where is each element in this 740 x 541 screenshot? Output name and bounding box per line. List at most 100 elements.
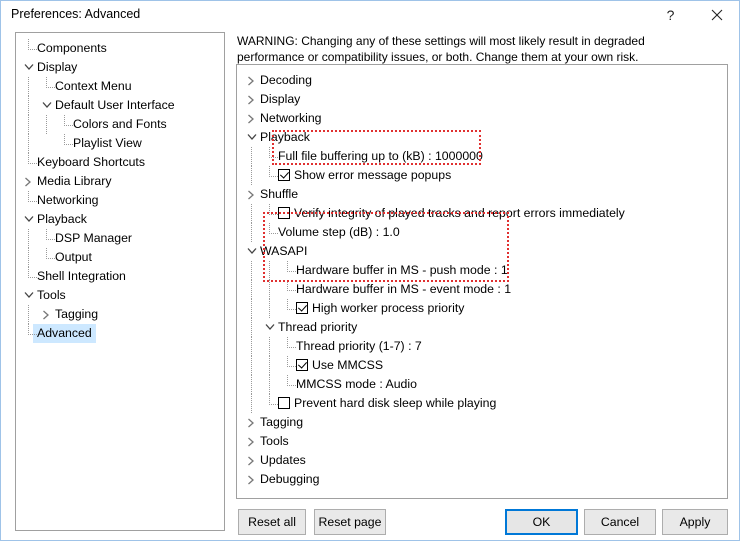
setting-tree-item-row[interactable]: Use MMCSS	[237, 356, 727, 375]
help-button[interactable]: ?	[648, 1, 693, 29]
chevron-right-icon[interactable]	[40, 305, 54, 324]
category-tree-item-row[interactable]: Tools	[16, 286, 224, 305]
chevron-right-icon[interactable]	[245, 432, 259, 451]
tree-indent-guide	[251, 166, 252, 185]
category-tree-item-row[interactable]: Tagging	[16, 305, 224, 324]
category-tree-item-row[interactable]: Keyboard Shortcuts	[16, 153, 224, 172]
setting-tree-item-row[interactable]: Thread priority (1-7) : 7	[237, 337, 727, 356]
setting-tree-item-row[interactable]: Networking	[237, 109, 727, 128]
chevron-down-icon[interactable]	[245, 128, 259, 147]
tree-indent-guide	[269, 261, 270, 280]
setting-tree-item-row[interactable]: Full file buffering up to (kB) : 1000000	[237, 147, 727, 166]
chevron-down-icon[interactable]	[40, 96, 54, 115]
tree-indent-tick	[64, 144, 73, 145]
chevron-down-icon[interactable]	[22, 58, 36, 77]
close-icon	[711, 9, 722, 21]
tree-indent-guide	[28, 229, 29, 248]
chevron-down-icon[interactable]	[22, 210, 36, 229]
settings-tree-panel[interactable]: Decoding Display Networking Playback Full fi…	[236, 64, 728, 499]
checkbox-checked[interactable]	[296, 359, 308, 371]
setting-tree-item-label: Volume step (dB) : 1.0	[278, 225, 400, 239]
checkbox-checked[interactable]	[296, 302, 308, 314]
tree-indent-guide	[46, 229, 47, 239]
chevron-right-icon[interactable]	[245, 109, 259, 128]
tree-indent-tick	[269, 176, 278, 177]
tree-indent-guide	[269, 223, 270, 233]
setting-tree-item-row[interactable]: Tools	[237, 432, 727, 451]
category-tree-item-label: Networking	[37, 193, 99, 207]
chevron-right-icon[interactable]	[245, 470, 259, 489]
category-tree-item-row[interactable]: Advanced	[16, 324, 224, 343]
chevron-right-icon[interactable]	[245, 185, 259, 204]
tree-indent-guide	[28, 267, 29, 277]
tree-indent-guide	[251, 318, 252, 337]
tree-indent-tick	[46, 239, 55, 240]
reset-all-button[interactable]: Reset all	[238, 509, 306, 535]
tree-indent-guide	[287, 261, 288, 271]
chevron-right-icon[interactable]	[22, 172, 36, 191]
setting-tree-item-row[interactable]: Prevent hard disk sleep while playing	[237, 394, 727, 413]
category-tree-item-row[interactable]: Playback	[16, 210, 224, 229]
tree-indent-guide	[251, 337, 252, 356]
setting-tree-item-label: Prevent hard disk sleep while playing	[294, 396, 497, 410]
tree-indent-tick	[287, 385, 296, 386]
setting-tree-item-label: Verify integrity of played tracks and re…	[294, 206, 625, 220]
category-tree-item-row[interactable]: Components	[16, 39, 224, 58]
setting-tree-item-row[interactable]: Decoding	[237, 71, 727, 90]
setting-tree-item-row[interactable]: Thread priority	[237, 318, 727, 337]
close-button[interactable]	[694, 1, 739, 29]
setting-tree-item-row[interactable]: Volume step (dB) : 1.0	[237, 223, 727, 242]
tree-indent-guide	[269, 337, 270, 356]
chevron-down-icon[interactable]	[22, 286, 36, 305]
checkbox-unchecked[interactable]	[278, 397, 290, 409]
category-tree-item-label: Context Menu	[55, 79, 132, 93]
setting-tree-item-row[interactable]: Playback	[237, 128, 727, 147]
setting-tree-item-row[interactable]: Verify integrity of played tracks and re…	[237, 204, 727, 223]
setting-tree-item-row[interactable]: Display	[237, 90, 727, 109]
tree-indent-guide	[269, 204, 270, 214]
tree-indent-tick	[287, 290, 296, 291]
setting-tree-item-row[interactable]: WASAPI	[237, 242, 727, 261]
setting-tree-item-row[interactable]: Shuffle	[237, 185, 727, 204]
category-tree-item-label: Components	[37, 41, 107, 55]
setting-tree-item-row[interactable]: High worker process priority	[237, 299, 727, 318]
tree-indent-tick	[28, 201, 37, 202]
category-tree-item-row[interactable]: Media Library	[16, 172, 224, 191]
setting-tree-item-row[interactable]: Updates	[237, 451, 727, 470]
reset-page-button[interactable]: Reset page	[314, 509, 386, 535]
category-tree-item-row[interactable]: Networking	[16, 191, 224, 210]
tree-indent-guide	[28, 96, 29, 115]
apply-button[interactable]: Apply	[662, 509, 728, 535]
setting-tree-item-row[interactable]: Hardware buffer in MS - push mode : 1	[237, 261, 727, 280]
category-tree-item-row[interactable]: Shell Integration	[16, 267, 224, 286]
setting-tree-item-row[interactable]: Show error message popups	[237, 166, 727, 185]
category-tree-item-label: Playback	[37, 212, 87, 226]
tree-indent-guide	[46, 115, 47, 134]
setting-tree-item-label: Updates	[260, 453, 306, 467]
setting-tree-item-row[interactable]: MMCSS mode : Audio	[237, 375, 727, 394]
category-tree-item-row[interactable]: Playlist View	[16, 134, 224, 153]
category-tree-item-label: Advanced	[33, 324, 96, 343]
setting-tree-item-label: MMCSS mode : Audio	[296, 377, 417, 391]
chevron-right-icon[interactable]	[245, 90, 259, 109]
setting-tree-item-row[interactable]: Hardware buffer in MS - event mode : 1	[237, 280, 727, 299]
cancel-button[interactable]: Cancel	[584, 509, 656, 535]
tree-indent-guide	[64, 134, 65, 144]
chevron-down-icon[interactable]	[245, 242, 259, 261]
tree-indent-guide	[28, 115, 29, 134]
tree-indent-guide	[251, 280, 252, 299]
ok-button[interactable]: OK	[505, 509, 578, 535]
chevron-right-icon[interactable]	[245, 71, 259, 90]
category-tree-panel[interactable]: Components Display Context Menu Default Use…	[15, 32, 225, 531]
chevron-down-icon[interactable]	[263, 318, 277, 337]
category-tree-item-label: Output	[55, 250, 92, 264]
checkbox-checked[interactable]	[278, 169, 290, 181]
category-tree-item-row[interactable]: Display	[16, 58, 224, 77]
setting-tree-item-row[interactable]: Tagging	[237, 413, 727, 432]
setting-tree-item-row[interactable]: Debugging	[237, 470, 727, 489]
checkbox-unchecked[interactable]	[278, 207, 290, 219]
category-tree-item-row[interactable]: Default User Interface	[16, 96, 224, 115]
chevron-right-icon[interactable]	[245, 451, 259, 470]
chevron-right-icon[interactable]	[245, 413, 259, 432]
category-tree-item-row[interactable]: Colors and Fonts	[16, 115, 224, 134]
